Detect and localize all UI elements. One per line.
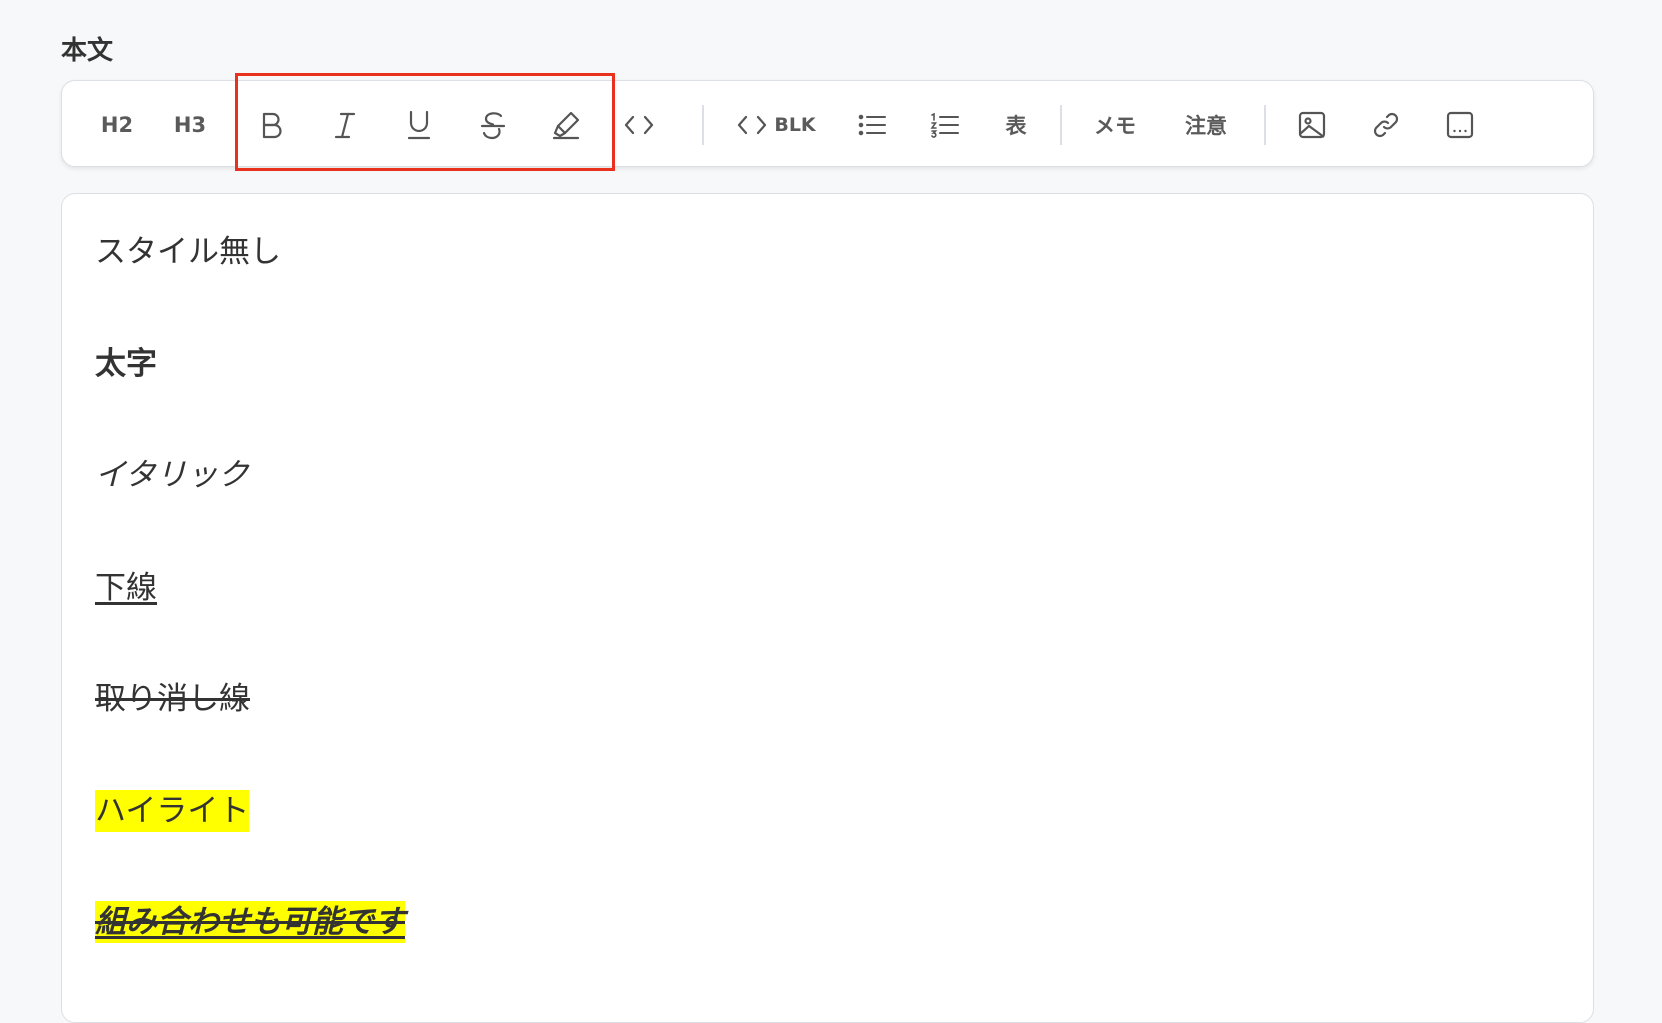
italic-icon <box>334 112 356 138</box>
editor-toolbar: H2 H3 BLK 表 メモ 注意 <box>61 80 1594 167</box>
editor-line-combined: 組み合わせも可能です <box>95 901 405 943</box>
italic-button[interactable] <box>323 81 367 168</box>
embed-icon <box>1446 111 1474 138</box>
underline-icon <box>407 110 431 139</box>
embed-button[interactable] <box>1438 81 1482 168</box>
link-icon <box>1373 112 1399 137</box>
h2-button-label: H2 <box>100 112 134 137</box>
underline-button[interactable] <box>397 81 441 168</box>
numbered-list-icon <box>930 112 959 138</box>
bulleted-list-icon <box>858 114 886 135</box>
caution-button-label: 注意 <box>1185 113 1227 138</box>
numbered-list-button[interactable] <box>923 81 967 168</box>
editor-line-strikethrough: 取り消し線 <box>95 679 250 719</box>
editor-content-area[interactable]: スタイル無し 太字 イタリック 下線 取り消し線 ハイライト 組み合わせも可能で… <box>61 193 1594 1023</box>
code-block-button-label: BLK <box>774 113 816 136</box>
bold-text: 太字 <box>95 346 157 382</box>
table-button[interactable]: 表 <box>993 81 1039 168</box>
h2-button[interactable]: H2 <box>88 81 146 168</box>
link-button[interactable] <box>1364 81 1408 168</box>
h3-button-label: H3 <box>173 112 207 137</box>
code-block-button[interactable]: BLK <box>732 81 820 168</box>
caution-button[interactable]: 注意 <box>1173 81 1239 168</box>
image-icon <box>1298 111 1326 138</box>
memo-button[interactable]: メモ <box>1086 81 1144 168</box>
plain-text: スタイル無し <box>95 234 281 270</box>
editor-line-underline: 下線 <box>95 568 157 608</box>
memo-button-label: メモ <box>1094 113 1136 138</box>
editor-line-plain: スタイル無し <box>95 232 281 272</box>
highlighter-icon <box>552 111 580 139</box>
toolbar-divider <box>1060 105 1062 145</box>
bold-button[interactable] <box>250 81 294 168</box>
section-label: 本文 <box>61 36 114 66</box>
italic-text: イタリック <box>95 457 249 493</box>
combined-style-text: 組み合わせも可能です <box>95 901 405 943</box>
bold-icon <box>262 112 282 138</box>
strikethrough-text: 取り消し線 <box>95 681 250 717</box>
editor-line-italic: イタリック <box>95 455 249 495</box>
toolbar-divider <box>702 105 704 145</box>
h3-button[interactable]: H3 <box>161 81 219 168</box>
code-icon <box>624 115 654 134</box>
table-button-label: 表 <box>1005 113 1027 138</box>
underline-text: 下線 <box>95 570 157 606</box>
editor-line-highlight: ハイライト <box>95 790 250 832</box>
image-button[interactable] <box>1290 81 1334 168</box>
bulleted-list-button[interactable] <box>850 81 894 168</box>
highlight-text: ハイライト <box>95 790 250 832</box>
code-icon <box>738 115 767 134</box>
strikethrough-button[interactable] <box>471 81 515 168</box>
editor-line-bold: 太字 <box>95 344 157 384</box>
inline-code-button[interactable] <box>617 81 661 168</box>
highlight-button[interactable] <box>544 81 588 168</box>
strikethrough-icon <box>480 111 506 139</box>
toolbar-divider <box>1264 105 1266 145</box>
